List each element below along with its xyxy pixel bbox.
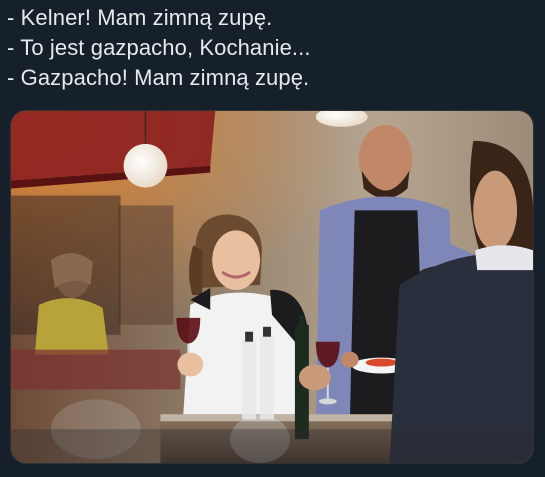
restaurant-photo-illustration [11, 111, 533, 463]
water-bottle-2 [260, 334, 274, 420]
tweet-text-line-1: - Kelner! Mam zimną zupę. [7, 5, 273, 30]
woman-hand [177, 352, 204, 377]
water-bottle-1 [242, 339, 257, 420]
window-frame [118, 205, 174, 325]
man-ear-neck [473, 170, 518, 251]
tweet-photo[interactable] [10, 110, 534, 464]
background-table [11, 349, 181, 390]
man-shirt-collar [475, 245, 533, 271]
tweet-text-line-2: - To jest gazpacho, Kochanie... [7, 35, 311, 60]
food-on-plate [365, 358, 398, 367]
woman-face [212, 230, 261, 290]
tweet-post: - Kelner! Mam zimną zupę. - To jest gazp… [0, 0, 545, 477]
pendant-lamp-left [123, 143, 168, 188]
tweet-text: - Kelner! Mam zimną zupę. - To jest gazp… [7, 3, 537, 93]
man-hand [298, 364, 331, 391]
background-diner-body [34, 298, 109, 355]
tweet-text-line-3: - Gazpacho! Mam zimną zupę. [7, 65, 310, 90]
